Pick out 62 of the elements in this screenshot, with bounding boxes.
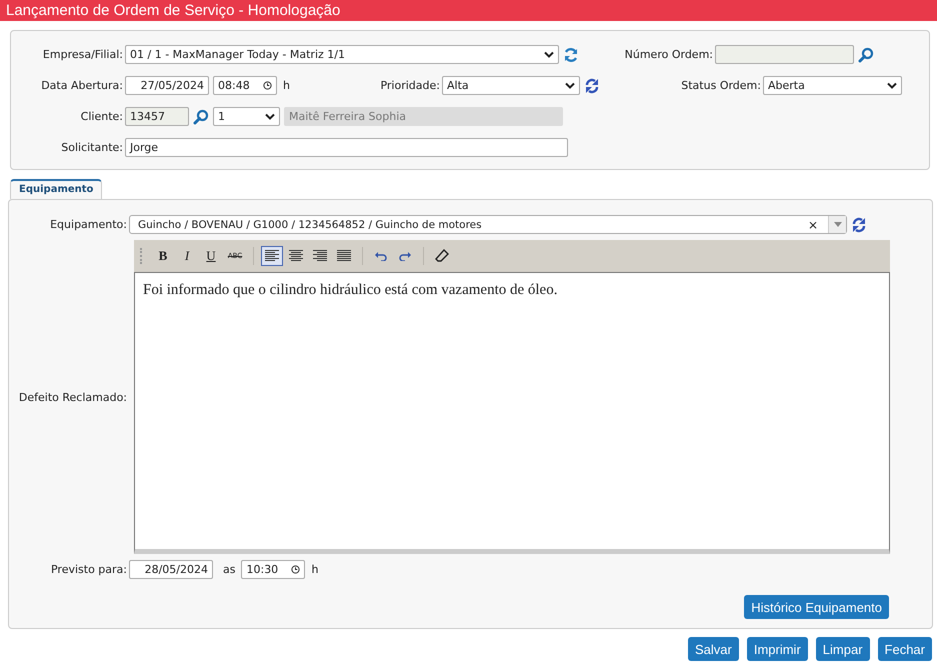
date-field[interactable]: 27/05/2024 — [125, 76, 209, 95]
clear-button[interactable]: × — [798, 218, 828, 232]
search-icon[interactable] — [193, 108, 209, 124]
clock-icon — [291, 565, 300, 574]
field-label: Equipamento: — [49, 218, 128, 231]
dropdown-button[interactable] — [828, 216, 846, 233]
swap-icon[interactable] — [584, 78, 600, 94]
page-title: Lançamento de Ordem de Serviço - Homologação — [6, 2, 340, 19]
action-button[interactable]: Imprimir — [746, 637, 808, 661]
underline-button[interactable]: U — [200, 246, 222, 266]
client-code-field[interactable]: 13457 — [125, 107, 189, 126]
action-button[interactable]: Salvar — [688, 637, 739, 661]
time-field[interactable]: 10:30 — [241, 560, 306, 579]
company-select[interactable]: 01 / 1 - MaxManager Today - Matriz 1/1 — [125, 45, 559, 64]
align-right-icon — [313, 250, 327, 262]
unit-label: h — [311, 563, 318, 576]
field-label: Empresa/Filial: — [42, 48, 124, 61]
requester-field[interactable]: Jorge — [125, 138, 568, 157]
field-label: Solicitante: — [60, 141, 124, 154]
search-icon[interactable] — [858, 46, 874, 62]
date-field[interactable]: 28/05/2024 — [129, 560, 213, 579]
chevron-icon — [544, 51, 554, 58]
branch-select[interactable]: 1 — [213, 107, 280, 126]
eraser-icon — [435, 249, 449, 263]
priority-select[interactable]: Alta — [442, 76, 580, 95]
history-button[interactable]: Histórico Equipamento — [744, 595, 889, 619]
justify-icon — [337, 250, 351, 262]
italic-button[interactable]: I — [176, 246, 198, 266]
description-text: Foi informado que o cilindro hidráulico está com vazamento de óleo. — [143, 282, 558, 298]
order-number-field[interactable] — [715, 45, 854, 64]
equipment-combobox[interactable]: Guincho / BOVENAU / G1000 / 1234564852 / Guincho de motores × — [129, 215, 847, 234]
align-left-button[interactable] — [261, 246, 283, 266]
field-label: Data Abertura: — [40, 79, 124, 92]
chevron-icon — [886, 82, 897, 89]
status-select[interactable]: Aberta — [762, 76, 902, 95]
unit-label: h — [283, 79, 290, 92]
action-button[interactable]: Limpar — [816, 637, 870, 661]
refresh-icon[interactable] — [563, 46, 579, 62]
clock-icon — [263, 81, 272, 90]
tab[interactable]: Equipamento — [10, 179, 102, 199]
field-label: Status Ordem: — [680, 79, 762, 92]
time-field[interactable]: 08:48 — [213, 76, 277, 95]
toolbar-grip — [140, 248, 144, 264]
bold-button[interactable]: B — [152, 246, 174, 266]
align-left-icon — [265, 250, 279, 262]
chevron-icon — [564, 82, 575, 89]
separator-label: as — [223, 563, 236, 576]
align-center-icon — [289, 250, 303, 262]
redo-icon — [398, 251, 412, 261]
editor-text[interactable]: Foi informado que o cilindro hidráulico está com vazamento de óleo. — [134, 272, 890, 554]
action-button[interactable]: Fechar — [878, 637, 932, 661]
caret-icon — [834, 222, 842, 227]
combobox-value: Guincho / BOVENAU / G1000 / 1234564852 / Guincho de motores — [137, 218, 483, 230]
field-label: Prioridade: — [379, 79, 441, 92]
chevron-icon — [265, 113, 275, 120]
field-label: Defeito Reclamado: — [18, 390, 128, 404]
field-label: Cliente: — [80, 110, 124, 123]
undo-icon — [374, 251, 388, 261]
client-name-field: Maitê Ferreira Sophia — [284, 107, 563, 126]
field-label: Previsto para: — [50, 563, 128, 576]
swap-icon[interactable] — [851, 216, 867, 232]
field-label: Número Ordem: — [624, 48, 714, 61]
